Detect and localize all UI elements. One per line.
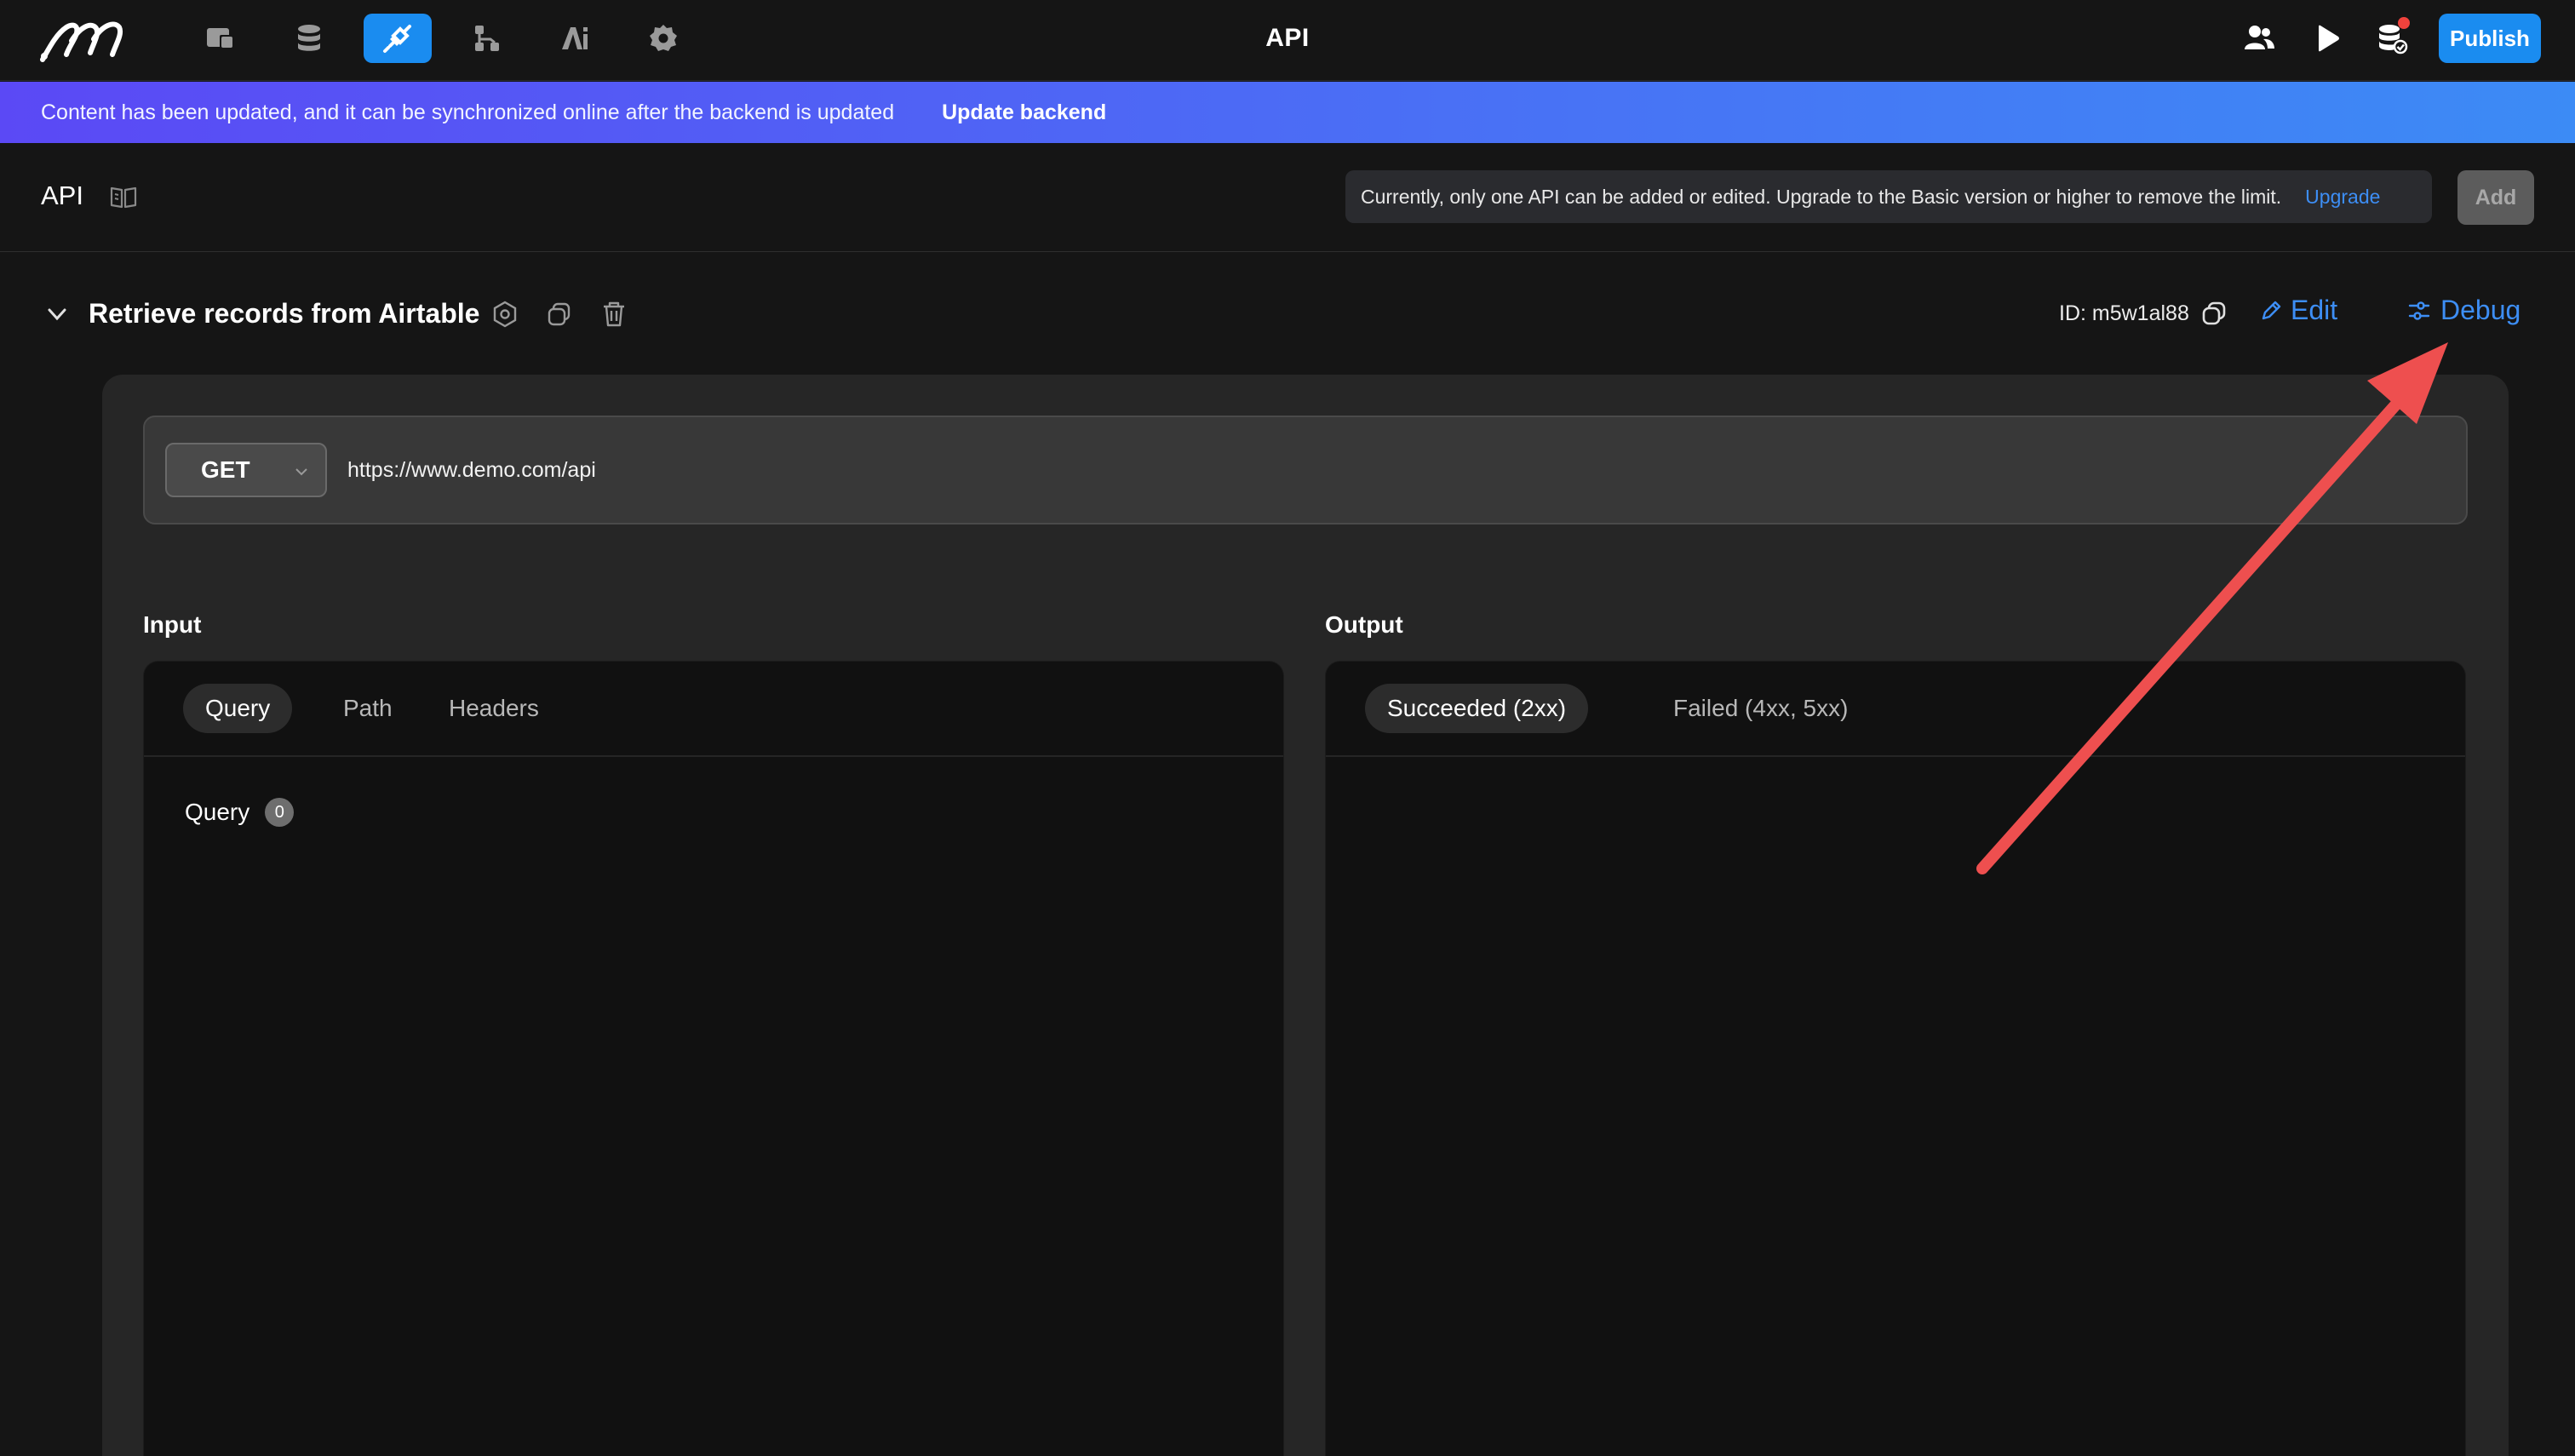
input-panel: Query Path Headers Query 0: [143, 661, 1284, 1456]
users-icon[interactable]: [2240, 19, 2279, 58]
collapse-chevron-icon[interactable]: [44, 301, 70, 327]
http-method-select[interactable]: GET: [165, 443, 327, 497]
output-label: Output: [1325, 611, 1403, 638]
add-api-button[interactable]: Add: [2457, 170, 2534, 225]
query-label: Query: [185, 799, 250, 825]
delete-trash-icon[interactable]: [599, 300, 628, 329]
sliders-icon: [2408, 301, 2430, 320]
update-backend-link[interactable]: Update backend: [942, 100, 1106, 125]
docs-book-icon[interactable]: [109, 182, 138, 211]
api-detail-panel: GET https://www.demo.com/api Input Outpu…: [102, 375, 2509, 1456]
notification-dot: [2398, 17, 2410, 29]
http-method-value: GET: [201, 456, 250, 483]
tab-path[interactable]: Path: [321, 684, 415, 733]
copy-id-icon[interactable]: [2200, 300, 2228, 327]
section-title: API: [41, 181, 83, 210]
limit-message: Currently, only one API can be added or …: [1361, 185, 2282, 208]
edit-label: Edit: [2291, 295, 2338, 325]
request-url[interactable]: https://www.demo.com/api: [347, 458, 596, 483]
page-title: API: [1265, 24, 1310, 52]
banner-message: Content has been updated, and it can be …: [41, 100, 895, 124]
api-subheader: API Currently, only one API can be added…: [0, 143, 2575, 252]
output-tabs: Succeeded (2xx) Failed (4xx, 5xx): [1326, 662, 2465, 757]
debug-button[interactable]: Debug: [2406, 295, 2521, 326]
api-id: ID: m5w1al88: [2059, 301, 2189, 325]
api-item-header: Retrieve records from Airtable ID: m5w1a…: [0, 281, 2575, 349]
pencil-icon: [2262, 301, 2281, 319]
debug-label: Debug: [2440, 295, 2521, 325]
input-tabs: Query Path Headers: [144, 662, 1283, 757]
request-url-bar: GET https://www.demo.com/api: [143, 416, 2468, 525]
edit-button[interactable]: Edit: [2258, 295, 2337, 326]
upgrade-link[interactable]: Upgrade: [2305, 186, 2380, 209]
top-bar: API Publish: [0, 0, 2575, 81]
query-count-badge: 0: [265, 798, 295, 827]
chevron-down-icon: [295, 468, 307, 476]
play-icon[interactable]: [2308, 19, 2347, 58]
publish-button[interactable]: Publish: [2439, 14, 2541, 63]
update-banner: Content has been updated, and it can be …: [0, 82, 2575, 143]
plan-limit-notice: Currently, only one API can be added or …: [1345, 170, 2432, 223]
api-name: Retrieve records from Airtable: [89, 298, 480, 329]
tab-headers[interactable]: Headers: [427, 684, 561, 733]
tab-succeeded[interactable]: Succeeded (2xx): [1365, 684, 1589, 733]
duplicate-icon[interactable]: [545, 300, 574, 329]
database-check-icon[interactable]: [2372, 17, 2412, 58]
tab-failed[interactable]: Failed (4xx, 5xx): [1651, 684, 1870, 733]
output-panel: Succeeded (2xx) Failed (4xx, 5xx): [1325, 661, 2466, 1456]
input-label: Input: [143, 611, 202, 638]
api-settings-icon[interactable]: [490, 300, 519, 329]
tab-query[interactable]: Query: [183, 684, 293, 733]
query-section-header: Query 0: [185, 798, 295, 827]
